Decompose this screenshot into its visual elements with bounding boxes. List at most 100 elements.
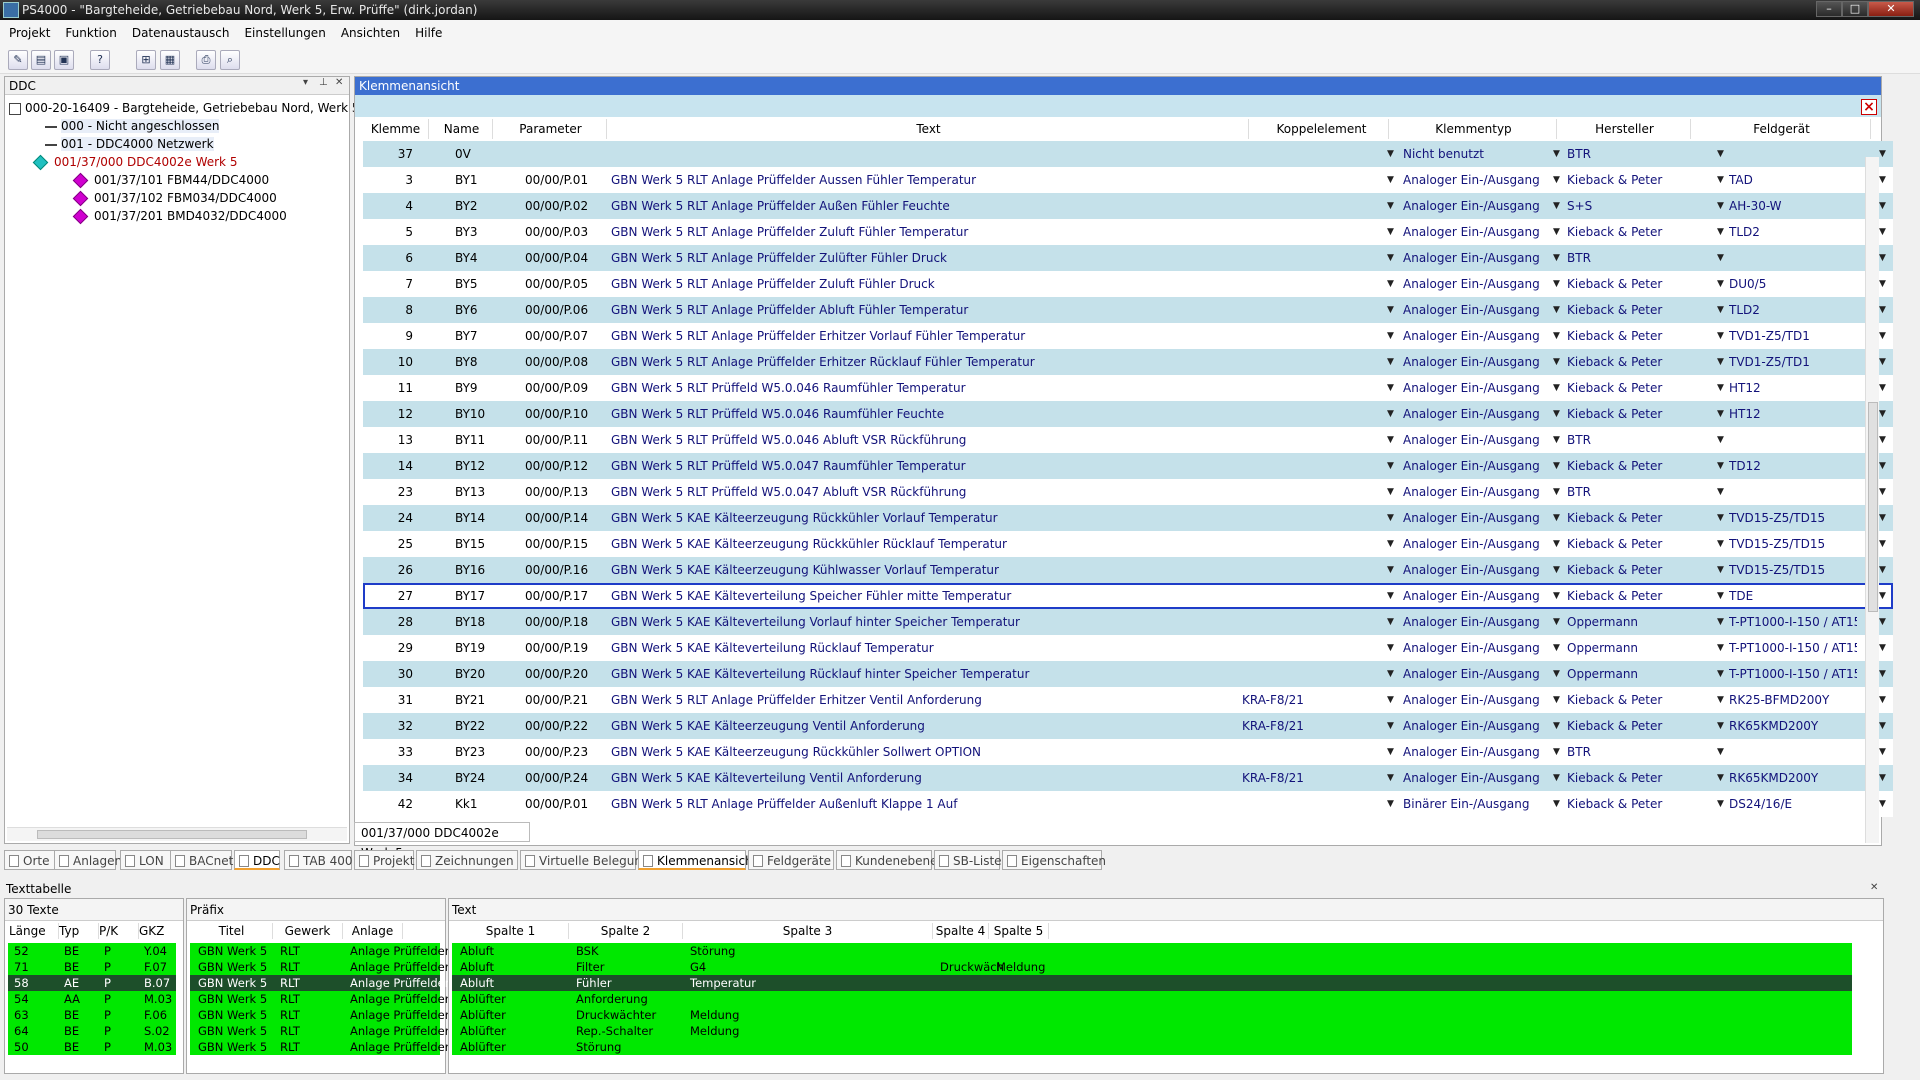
dropdown-arrow-icon[interactable]: ▼ (1387, 349, 1394, 375)
dropdown-arrow-icon[interactable]: ▼ (1553, 479, 1560, 505)
dropdown-arrow-icon[interactable]: ▼ (1387, 271, 1394, 297)
cell-hersteller[interactable]: Kieback & Peter (1567, 323, 1697, 349)
table-row[interactable]: 14 BY12 00/00/P.12 GBN Werk 5 RLT Prüffeld … (363, 453, 1893, 479)
dropdown-arrow-icon[interactable]: ▼ (1553, 271, 1560, 297)
dropdown-arrow-icon[interactable]: ▼ (1387, 661, 1394, 687)
dropdown-arrow-icon[interactable]: ▼ (1387, 635, 1394, 661)
grid-row[interactable]: GBN Werk 5 RLT Anlage Prüffelder (190, 975, 449, 991)
dropdown-arrow-icon[interactable]: ▼ (1553, 427, 1560, 453)
tab-eigenschaften[interactable]: Eigenschaften (1002, 850, 1106, 870)
grid-row[interactable]: Ablüfter Störung (452, 1039, 1852, 1055)
cell-hersteller[interactable]: S+S (1567, 193, 1697, 219)
cell-klemmentyp[interactable]: Analoger Ein-/Ausgang (1403, 375, 1553, 401)
grid-column-header[interactable]: Länge (9, 923, 59, 939)
new-project-icon[interactable]: ✎ (8, 50, 28, 70)
dropdown-arrow-icon[interactable]: ▼ (1553, 661, 1560, 687)
menu-5[interactable]: Hilfe (409, 20, 448, 46)
grid-row[interactable]: Ablüfter Anforderung (452, 991, 1852, 1007)
dropdown-arrow-icon[interactable]: ▼ (1717, 167, 1724, 193)
dropdown-arrow-icon[interactable]: ▼ (1717, 505, 1724, 531)
cell-hersteller[interactable]: BTR (1567, 427, 1697, 453)
dropdown-arrow-icon[interactable]: ▼ (1879, 557, 1886, 583)
table-row[interactable]: 42 Kk1 00/00/P.01 GBN Werk 5 RLT Anlage Prü… (363, 791, 1893, 817)
dropdown-arrow-icon[interactable]: ▼ (1553, 505, 1560, 531)
dropdown-arrow-icon[interactable]: ▼ (1553, 219, 1560, 245)
table-row[interactable]: 33 BY23 00/00/P.23 GBN Werk 5 KAE Kälteerze… (363, 739, 1893, 765)
dropdown-arrow-icon[interactable]: ▼ (1387, 401, 1394, 427)
dropdown-arrow-icon[interactable]: ▼ (1553, 193, 1560, 219)
grid-row[interactable]: GBN Werk 5 RLT Anlage Prüffelder (190, 1007, 449, 1023)
table-row[interactable]: 27 BY17 00/00/P.17 GBN Werk 5 KAE Kältevert… (363, 583, 1893, 609)
grid-column-header[interactable]: Gewerk (273, 923, 343, 939)
dropdown-arrow-icon[interactable]: ▼ (1879, 505, 1886, 531)
tab-ddc[interactable]: DDC (234, 850, 280, 870)
tree-item[interactable]: 000 - Nicht angeschlossen (45, 117, 220, 135)
minimize-button[interactable]: – (1816, 1, 1842, 17)
grid-row[interactable]: GBN Werk 5 RLT Anlage Prüffelder (190, 1023, 449, 1039)
cell-feldgeraet[interactable]: TVD1-Z5/TD1 (1729, 349, 1857, 375)
table-row[interactable]: 28 BY18 00/00/P.18 GBN Werk 5 KAE Kältevert… (363, 609, 1893, 635)
cell-koppelelement[interactable]: KRA-F8/21 (1242, 713, 1362, 739)
cell-hersteller[interactable]: Kieback & Peter (1567, 297, 1697, 323)
cell-klemmentyp[interactable]: Analoger Ein-/Ausgang (1403, 531, 1553, 557)
dropdown-arrow-icon[interactable]: ▼ (1717, 427, 1724, 453)
grid-row[interactable]: GBN Werk 5 RLT Anlage Prüffelder (190, 943, 449, 959)
dropdown-arrow-icon[interactable]: ▼ (1717, 739, 1724, 765)
tab-virtuelle-belegung[interactable]: Virtuelle Belegung (520, 850, 650, 870)
tab-kundenebene[interactable]: Kundenebene (836, 850, 937, 870)
dropdown-arrow-icon[interactable]: ▼ (1879, 583, 1886, 609)
grid-column-header[interactable]: Spalte 2 (569, 923, 683, 939)
tab-feldgeräte[interactable]: Feldgeräte (748, 850, 834, 870)
panel-menu-icon[interactable]: ▾ (303, 77, 308, 88)
table-row[interactable]: 5 BY3 00/00/P.03 GBN Werk 5 RLT Anlage Prüf… (363, 219, 1893, 245)
grid-row[interactable]: Abluft Filter G4 Druckwäch Meldung (452, 959, 1852, 975)
menu-0[interactable]: Projekt (3, 20, 56, 46)
dropdown-arrow-icon[interactable]: ▼ (1387, 375, 1394, 401)
dropdown-arrow-icon[interactable]: ▼ (1553, 453, 1560, 479)
cell-klemmentyp[interactable]: Analoger Ein-/Ausgang (1403, 453, 1553, 479)
cell-feldgeraet[interactable]: T-PT1000-I-150 / AT15( (1729, 661, 1857, 687)
dropdown-arrow-icon[interactable]: ▼ (1717, 453, 1724, 479)
cell-klemmentyp[interactable]: Binärer Ein-/Ausgang (1403, 791, 1553, 817)
scroll-thumb[interactable] (37, 830, 307, 839)
dropdown-arrow-icon[interactable]: ▼ (1387, 297, 1394, 323)
table-row[interactable]: 23 BY13 00/00/P.13 GBN Werk 5 RLT Prüffeld … (363, 479, 1893, 505)
dropdown-arrow-icon[interactable]: ▼ (1879, 349, 1886, 375)
dropdown-arrow-icon[interactable]: ▼ (1717, 583, 1724, 609)
cell-feldgeraet[interactable]: TLD2 (1729, 297, 1857, 323)
cell-hersteller[interactable]: Kieback & Peter (1567, 167, 1697, 193)
tab-tab-400[interactable]: TAB 400 (284, 850, 353, 870)
dropdown-arrow-icon[interactable]: ▼ (1879, 219, 1886, 245)
tab-projekt[interactable]: Projekt (354, 850, 414, 870)
dropdown-arrow-icon[interactable]: ▼ (1717, 323, 1724, 349)
dropdown-arrow-icon[interactable]: ▼ (1879, 531, 1886, 557)
cell-hersteller[interactable]: Kieback & Peter (1567, 271, 1697, 297)
cell-hersteller[interactable]: Kieback & Peter (1567, 219, 1697, 245)
cell-feldgeraet[interactable]: T-PT1000-I-150 / AT15( (1729, 609, 1857, 635)
cell-hersteller[interactable]: Kieback & Peter (1567, 791, 1697, 817)
dropdown-arrow-icon[interactable]: ▼ (1879, 791, 1886, 817)
print-icon[interactable]: ⎙ (196, 50, 216, 70)
save-icon[interactable]: ▣ (54, 50, 74, 70)
cell-klemmentyp[interactable]: Analoger Ein-/Ausgang (1403, 427, 1553, 453)
cell-klemmentyp[interactable]: Analoger Ein-/Ausgang (1403, 661, 1553, 687)
network-icon[interactable]: ⊞ (136, 50, 156, 70)
dropdown-arrow-icon[interactable]: ▼ (1387, 531, 1394, 557)
cell-hersteller[interactable]: BTR (1567, 245, 1697, 271)
cell-klemmentyp[interactable]: Analoger Ein-/Ausgang (1403, 349, 1553, 375)
table-row[interactable]: 24 BY14 00/00/P.14 GBN Werk 5 KAE Kälteerze… (363, 505, 1893, 531)
vertical-scrollbar[interactable] (1865, 157, 1879, 843)
dropdown-arrow-icon[interactable]: ▼ (1879, 661, 1886, 687)
close-view-icon[interactable]: × (1861, 99, 1877, 115)
cell-klemmentyp[interactable]: Analoger Ein-/Ausgang (1403, 505, 1553, 531)
cell-klemmentyp[interactable]: Analoger Ein-/Ausgang (1403, 713, 1553, 739)
pin-icon[interactable]: ⊥ (319, 77, 328, 88)
dropdown-arrow-icon[interactable]: ▼ (1387, 583, 1394, 609)
cell-feldgeraet[interactable]: TD12 (1729, 453, 1857, 479)
panel-close-icon[interactable]: ✕ (335, 77, 343, 88)
table-row[interactable]: 31 BY21 00/00/P.21 GBN Werk 5 RLT Anlage Pr… (363, 687, 1893, 713)
grid-column-header[interactable]: Anlage (343, 923, 403, 939)
cell-klemmentyp[interactable]: Analoger Ein-/Ausgang (1403, 193, 1553, 219)
table-row[interactable]: 12 BY10 00/00/P.10 GBN Werk 5 RLT Prüffeld … (363, 401, 1893, 427)
menu-1[interactable]: Funktion (59, 20, 122, 46)
